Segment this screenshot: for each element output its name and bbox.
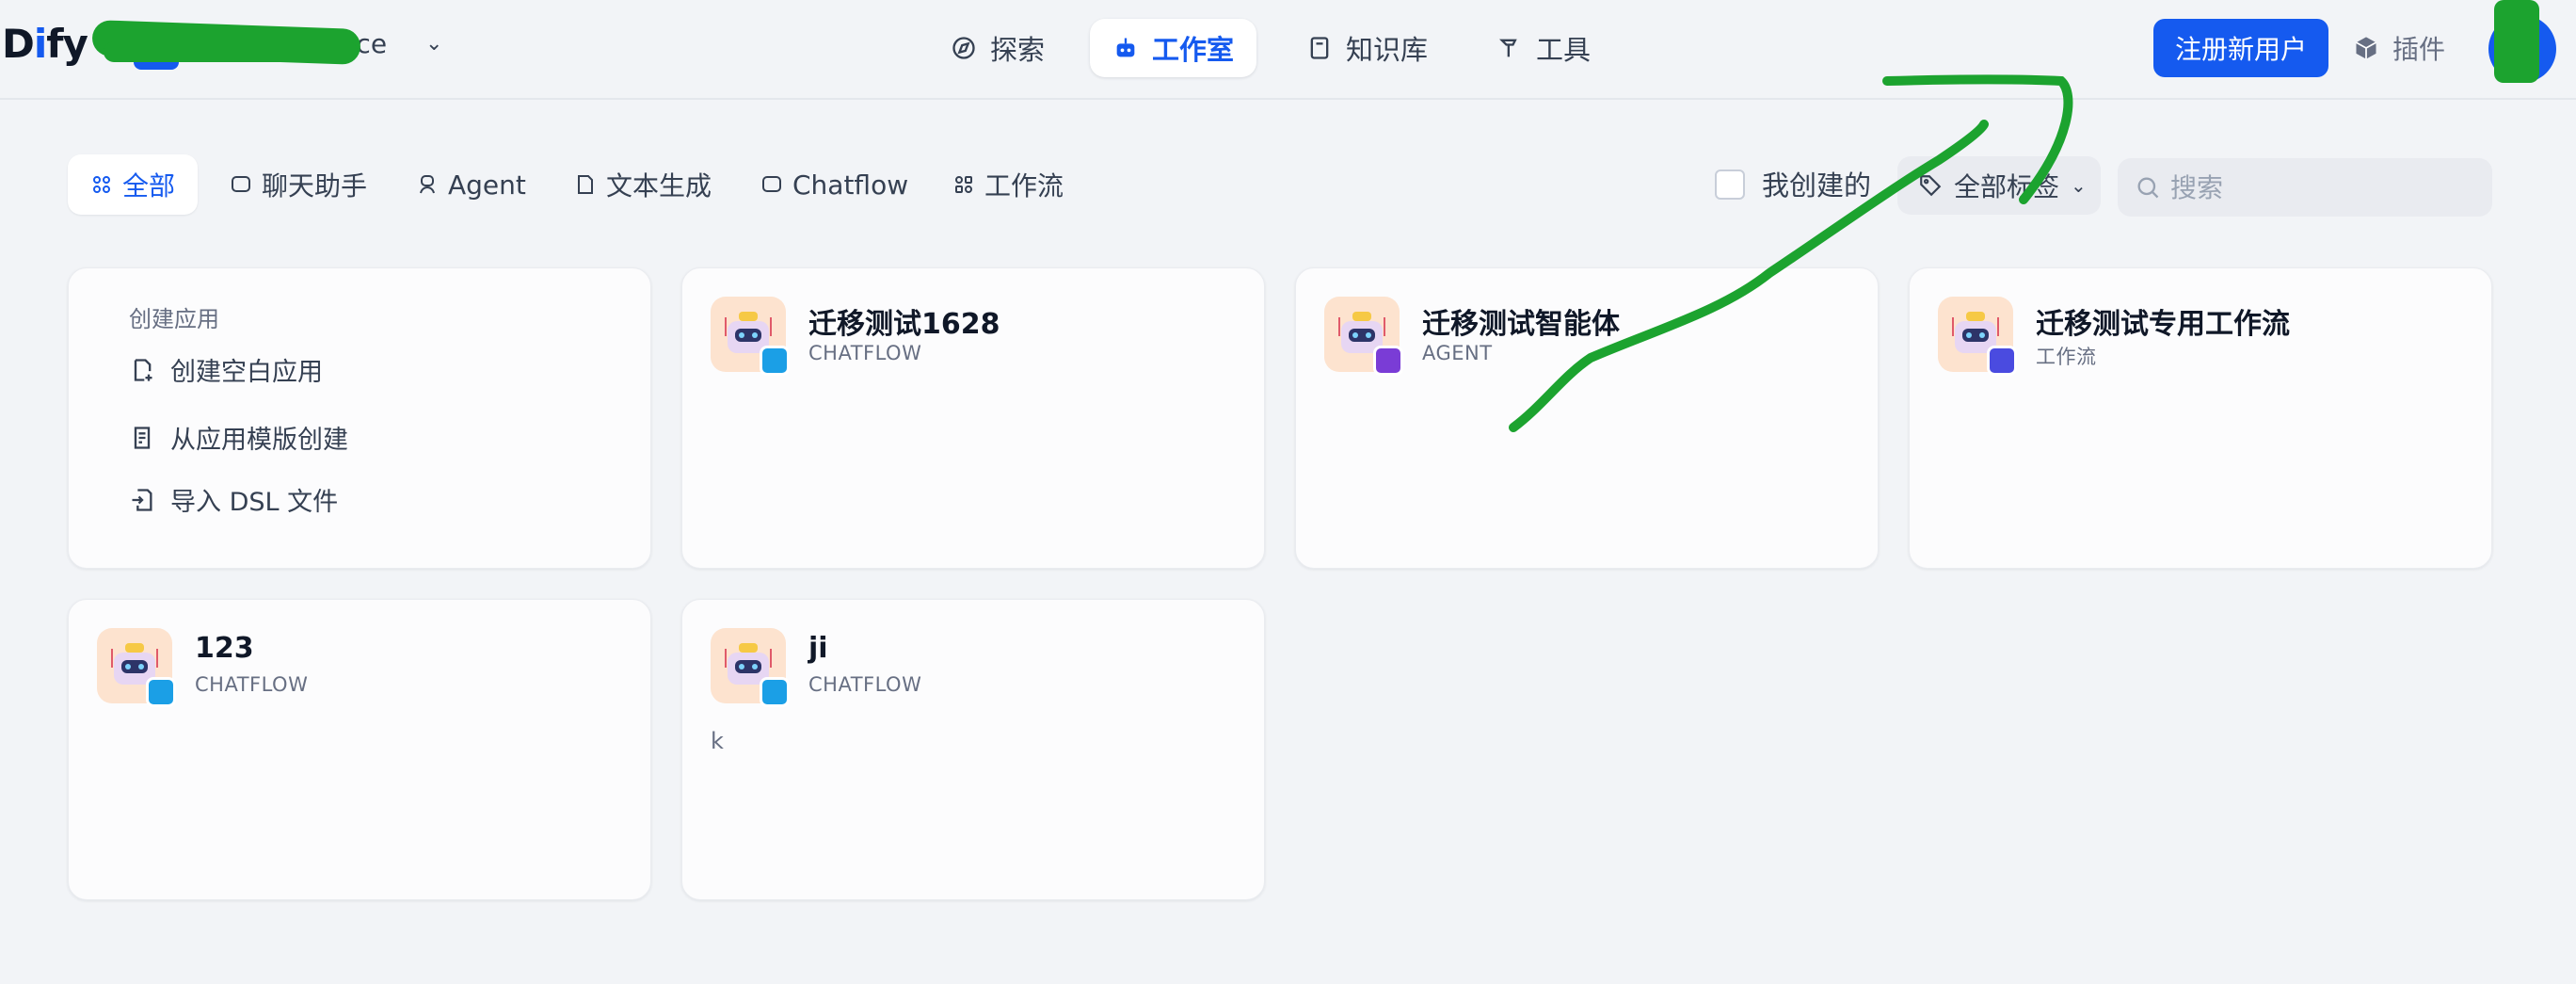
chatflow-badge-icon (760, 346, 790, 376)
workflow-icon (955, 176, 972, 193)
create-item-label: 创建空白应用 (170, 358, 323, 387)
app-name: 迁移测试专用工作流 (2036, 308, 2290, 341)
nav-label: 工具 (1536, 34, 1592, 66)
app-card[interactable]: 迁移测试专用工作流 工作流 (1909, 267, 2492, 569)
register-user-button[interactable]: 注册新用户 (2153, 19, 2328, 77)
tag-icon (1920, 175, 1942, 197)
tab-chatflow[interactable]: Chatflow (738, 154, 931, 215)
search-input[interactable] (2170, 171, 2472, 203)
create-app-title: 创建应用 (129, 306, 219, 332)
chatflow-badge-icon (760, 677, 790, 707)
created-by-me-label: 我创建的 (1762, 169, 1872, 202)
app-type: CHATFLOW (808, 342, 922, 364)
app-name: 迁移测试智能体 (1422, 308, 1620, 341)
robot-icon (1116, 38, 1135, 57)
document-icon (578, 175, 593, 194)
app-type: CHATFLOW (195, 673, 309, 696)
compass-icon (952, 37, 975, 59)
chevron-down-icon: ⌄ (2071, 174, 2087, 197)
app-card[interactable]: 迁移测试1628 CHATFLOW (681, 267, 1265, 569)
agent-badge-icon (1373, 346, 1403, 376)
hammer-icon (1499, 39, 1517, 57)
nav-knowledge[interactable]: 知识库 (1284, 19, 1450, 77)
nav-label: 工作室 (1152, 34, 1235, 66)
tab-label: 全部 (122, 170, 176, 202)
tab-label: 文本生成 (606, 170, 712, 202)
nav-explore[interactable]: 探索 (928, 19, 1067, 77)
file-plus-icon (134, 358, 152, 381)
app-name: 123 (195, 632, 254, 665)
app-card[interactable]: ji CHATFLOW k (681, 599, 1265, 900)
dify-logo[interactable]: Dify (2, 21, 88, 67)
file-template-icon (134, 426, 151, 449)
plugins-button[interactable]: 插件 (2353, 19, 2445, 77)
create-from-template-button[interactable]: 从应用模版创建 (129, 419, 348, 456)
plugins-label: 插件 (2392, 34, 2446, 65)
book-icon (1310, 37, 1329, 59)
nav-tools[interactable]: 工具 (1474, 19, 1613, 77)
tab-workflow[interactable]: 工作流 (930, 154, 1086, 215)
tab-chat-assistant[interactable]: 聊天助手 (207, 154, 390, 215)
search-icon (2137, 177, 2159, 199)
search-box[interactable] (2118, 158, 2492, 217)
created-by-me-checkbox[interactable] (1715, 169, 1745, 200)
app-type: CHATFLOW (808, 673, 922, 696)
tab-all[interactable]: 全部 (68, 154, 199, 215)
chatflow-icon (762, 176, 781, 192)
create-item-label: 导入 DSL 文件 (170, 488, 339, 517)
cube-icon (2356, 37, 2376, 59)
app-type: 工作流 (2036, 346, 2097, 368)
workflow-badge-icon (1987, 346, 2017, 376)
chevron-down-icon[interactable]: ⌄ (425, 32, 442, 56)
tags-filter-select[interactable]: 全部标签 ⌄ (1897, 156, 2101, 215)
redaction-scribble (104, 41, 358, 62)
redaction-scribble (2494, 0, 2539, 83)
chat-icon (232, 176, 250, 192)
agent-icon (420, 175, 435, 194)
grid-icon (93, 176, 110, 193)
import-dsl-button[interactable]: 导入 DSL 文件 (129, 481, 338, 518)
file-import-icon (132, 488, 152, 511)
app-card[interactable]: 123 CHATFLOW (68, 599, 651, 900)
tab-label: Agent (448, 169, 526, 201)
tags-filter-label: 全部标签 (1954, 171, 2060, 202)
nav-studio[interactable]: 工作室 (1090, 19, 1257, 77)
app-name: ji (808, 632, 828, 665)
app-card[interactable]: 迁移测试智能体 AGENT (1295, 267, 1879, 569)
chatflow-badge-icon (146, 677, 176, 707)
app-description: k (711, 728, 724, 754)
nav-label: 探索 (990, 34, 1046, 66)
tab-text-generation[interactable]: 文本生成 (552, 154, 734, 215)
app-type: AGENT (1422, 342, 1493, 364)
tab-agent[interactable]: Agent (393, 154, 549, 215)
tab-label: 聊天助手 (262, 170, 368, 202)
nav-label: 知识库 (1346, 34, 1429, 66)
create-app-card: 创建应用 创建空白应用 从应用模版创建 导入 DSL 文件 (68, 267, 651, 569)
create-item-label: 从应用模版创建 (170, 426, 348, 455)
app-name: 迁移测试1628 (808, 308, 1000, 341)
tab-label: 工作流 (984, 170, 1064, 202)
create-blank-app-button[interactable]: 创建空白应用 (129, 351, 323, 388)
tab-label: Chatflow (792, 169, 909, 201)
